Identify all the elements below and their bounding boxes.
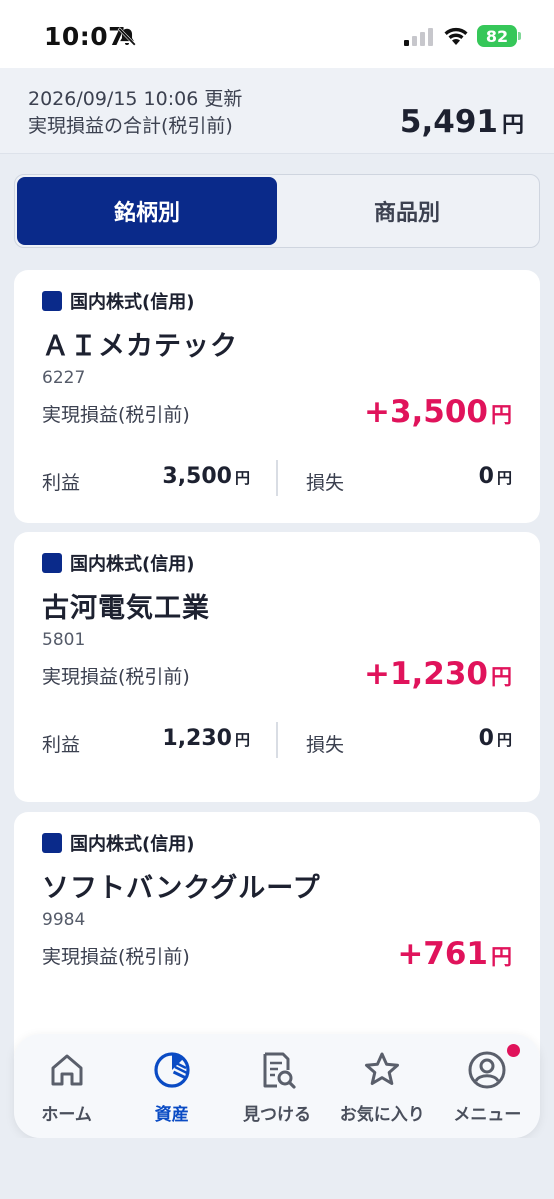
profit-value: 1,230 円: [162, 726, 250, 751]
nav-label: 見つける: [243, 1105, 311, 1125]
stock-code: 5801: [42, 630, 86, 650]
realized-pl-label: 実現損益(税引前): [42, 946, 190, 968]
summary-total-value: 5,491: [399, 104, 498, 140]
category-label: 国内株式(信用): [70, 292, 195, 313]
loss-value: 0 円: [479, 464, 512, 489]
battery-indicator: 82: [477, 25, 517, 47]
status-bar: 10:07 82: [0, 0, 554, 68]
stock-card[interactable]: 国内株式(信用) 古河電気工業 5801 実現損益(税引前) +1,230 円 …: [14, 532, 540, 802]
pl-breakdown: 利益 3,500 円 損失 0 円: [14, 460, 540, 498]
stock-name: ＡＩメカテック: [42, 331, 238, 362]
pie-chart-icon: [154, 1052, 190, 1088]
nav-menu[interactable]: メニュー: [435, 1034, 540, 1138]
loss-number: 0: [478, 726, 494, 751]
breakdown-divider: [276, 722, 278, 758]
realized-pl-number: +3,500: [363, 394, 488, 430]
stock-code: 9984: [42, 910, 86, 930]
realized-pl-value: +761 円: [397, 936, 512, 972]
category-tag: 国内株式(信用): [42, 830, 194, 856]
nav-assets[interactable]: 資産: [119, 1034, 224, 1138]
profit-number: 3,500: [162, 464, 232, 489]
pl-breakdown: 利益 1,230 円 損失 0 円: [14, 722, 540, 760]
stock-name: 古河電気工業: [42, 593, 210, 624]
loss-unit: 円: [496, 469, 512, 487]
nav-favorites[interactable]: お気に入り: [330, 1034, 435, 1138]
realized-pl-number: +761: [397, 936, 488, 972]
star-icon: [365, 1052, 400, 1085]
user-icon: [468, 1051, 506, 1089]
category-marker-icon: [42, 291, 62, 311]
home-icon: [51, 1054, 83, 1086]
summary-total-unit: 円: [501, 113, 524, 138]
realized-pl-unit: 円: [491, 403, 512, 427]
category-tag: 国内株式(信用): [42, 550, 194, 576]
category-marker-icon: [42, 833, 62, 853]
tab-by-stock[interactable]: 銘柄別: [17, 177, 277, 245]
loss-label: 損失: [306, 472, 345, 494]
loss-unit: 円: [496, 731, 512, 749]
battery-cap: [518, 32, 521, 40]
bottom-background: [0, 1138, 554, 1199]
profit-number: 1,230: [162, 726, 232, 751]
loss-label: 損失: [306, 734, 345, 756]
category-label: 国内株式(信用): [70, 834, 195, 855]
realized-pl-label: 実現損益(税引前): [42, 666, 190, 688]
nav-label: 資産: [154, 1105, 189, 1125]
realized-pl-unit: 円: [491, 945, 512, 969]
notification-dot: [507, 1044, 521, 1057]
nav-label: ホーム: [41, 1105, 92, 1125]
profit-value: 3,500 円: [162, 464, 250, 489]
realized-pl-label: 実現損益(税引前): [42, 404, 190, 426]
breakdown-divider: [276, 460, 278, 496]
bottom-nav: ホーム 資産 見つける お気に入り メニュー: [14, 1034, 540, 1138]
nav-label: メニュー: [453, 1105, 522, 1125]
profit-unit: 円: [234, 469, 250, 487]
profit-label: 利益: [42, 734, 81, 756]
realized-pl-value: +3,500 円: [364, 394, 512, 430]
nav-label: お気に入り: [339, 1105, 425, 1125]
battery-level: 82: [485, 26, 509, 46]
loss-number: 0: [478, 464, 494, 489]
profit-label: 利益: [42, 472, 81, 494]
stock-name: ソフトバンクグループ: [42, 873, 321, 904]
category-tag: 国内株式(信用): [42, 288, 194, 314]
document-search-icon: [263, 1052, 296, 1089]
category-label: 国内株式(信用): [70, 554, 195, 575]
view-switcher: 銘柄別 商品別: [14, 174, 540, 248]
bell-off-icon: [117, 27, 137, 47]
summary-label: 実現損益の合計(税引前): [28, 115, 233, 137]
summary-total: 5,491 円: [400, 104, 524, 140]
realized-pl-summary: 2026/09/15 10:06 更新 実現損益の合計(税引前) 5,491 円: [0, 68, 554, 154]
loss-value: 0 円: [479, 726, 512, 751]
updated-timestamp: 2026/09/15 10:06 更新: [28, 88, 243, 110]
stock-card[interactable]: 国内株式(信用) ＡＩメカテック 6227 実現損益(税引前) +3,500 円…: [14, 270, 540, 523]
realized-pl-value: +1,230 円: [364, 656, 512, 692]
status-time: 10:07: [44, 22, 127, 51]
realized-pl-unit: 円: [491, 665, 512, 689]
profit-unit: 円: [234, 731, 250, 749]
realized-pl-number: +1,230: [363, 656, 488, 692]
stock-code: 6227: [42, 368, 86, 388]
nav-home[interactable]: ホーム: [14, 1034, 119, 1138]
wifi-icon: [444, 27, 468, 45]
nav-discover[interactable]: 見つける: [224, 1034, 329, 1138]
category-marker-icon: [42, 553, 62, 573]
signal-icon: [404, 28, 433, 46]
tab-by-product[interactable]: 商品別: [277, 177, 537, 245]
